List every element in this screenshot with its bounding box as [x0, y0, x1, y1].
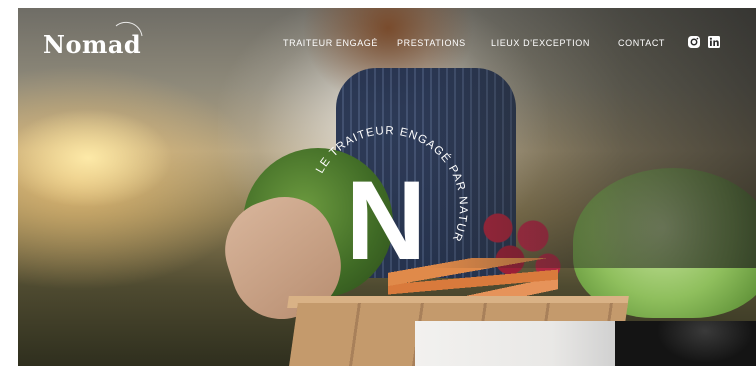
- nav-item-prestations[interactable]: PRESTATIONS: [397, 38, 466, 48]
- page: Nomad TRAITEUR ENGAGÉ PRESTATIONS LIEUX …: [0, 0, 756, 366]
- emblem-letter: N: [346, 158, 427, 282]
- nav-item-lieux-d-exception[interactable]: LIEUX D'EXCEPTION: [491, 38, 590, 48]
- nav-item-contact[interactable]: CONTACT: [618, 38, 665, 48]
- logo-arc-icon: [115, 21, 143, 37]
- hero-emblem: LE TRAITEUR ENGAGÉ PAR NATURE N: [300, 112, 468, 282]
- linkedin-icon[interactable]: [707, 35, 721, 49]
- nav-item-traiteur-engage[interactable]: TRAITEUR ENGAGÉ: [283, 38, 378, 48]
- instagram-icon[interactable]: [687, 35, 701, 49]
- overlap-card-image: [415, 321, 756, 366]
- card-chef-shape: [615, 321, 756, 366]
